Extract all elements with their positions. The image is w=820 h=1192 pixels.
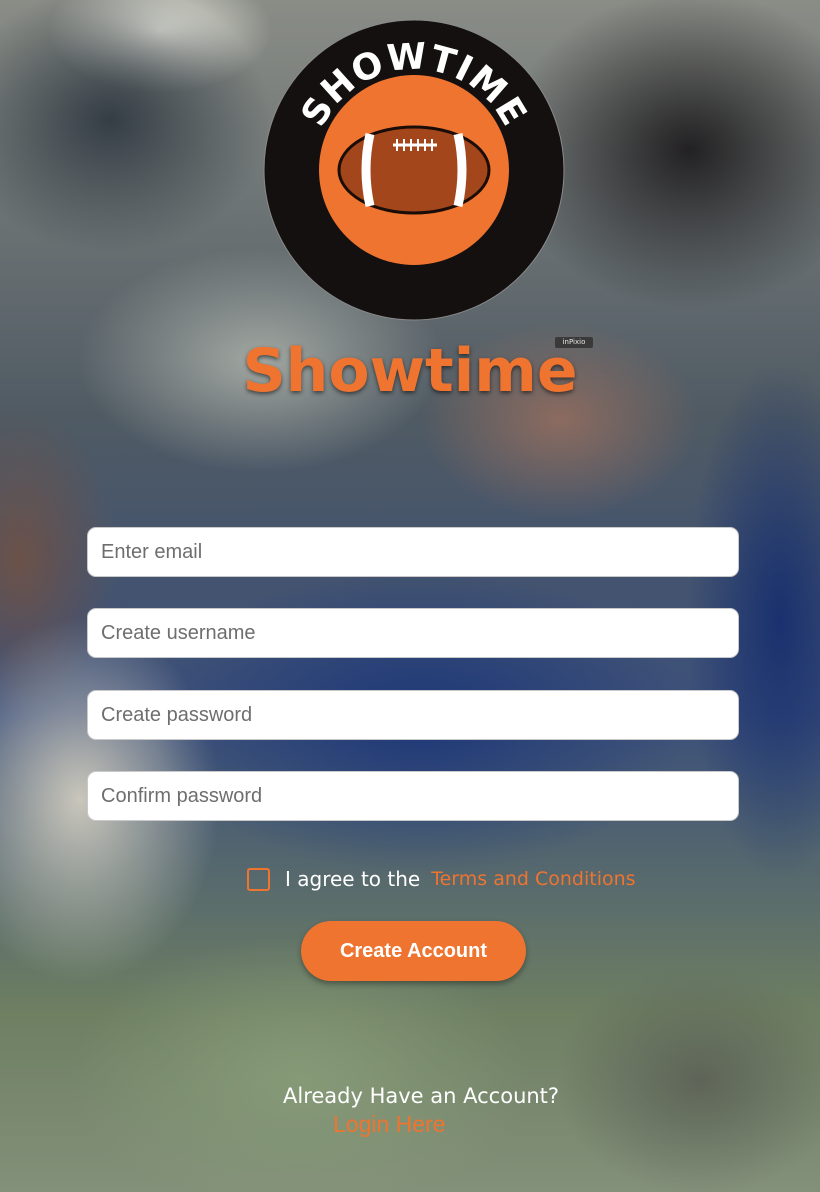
terms-row: I agree to the Terms and Conditions	[247, 866, 636, 892]
showtime-logo: SHOWTIME	[263, 19, 565, 321]
terms-link[interactable]: Terms and Conditions	[431, 868, 635, 890]
login-link[interactable]: Login Here	[333, 1111, 446, 1138]
terms-checkbox[interactable]	[247, 867, 270, 891]
football-icon: SHOWTIME	[263, 19, 565, 321]
signup-page: SHOWTIME inPixio Showtime I agree to the…	[0, 0, 820, 1192]
confirm-password-field[interactable]	[87, 771, 739, 821]
password-field[interactable]	[87, 690, 739, 740]
create-account-button[interactable]: Create Account	[301, 921, 526, 981]
login-prompt: Already Have an Account?	[283, 1084, 560, 1108]
username-field[interactable]	[87, 608, 739, 658]
email-field[interactable]	[87, 527, 739, 577]
page-title: Showtime	[242, 336, 578, 406]
terms-label: I agree to the	[285, 867, 421, 891]
